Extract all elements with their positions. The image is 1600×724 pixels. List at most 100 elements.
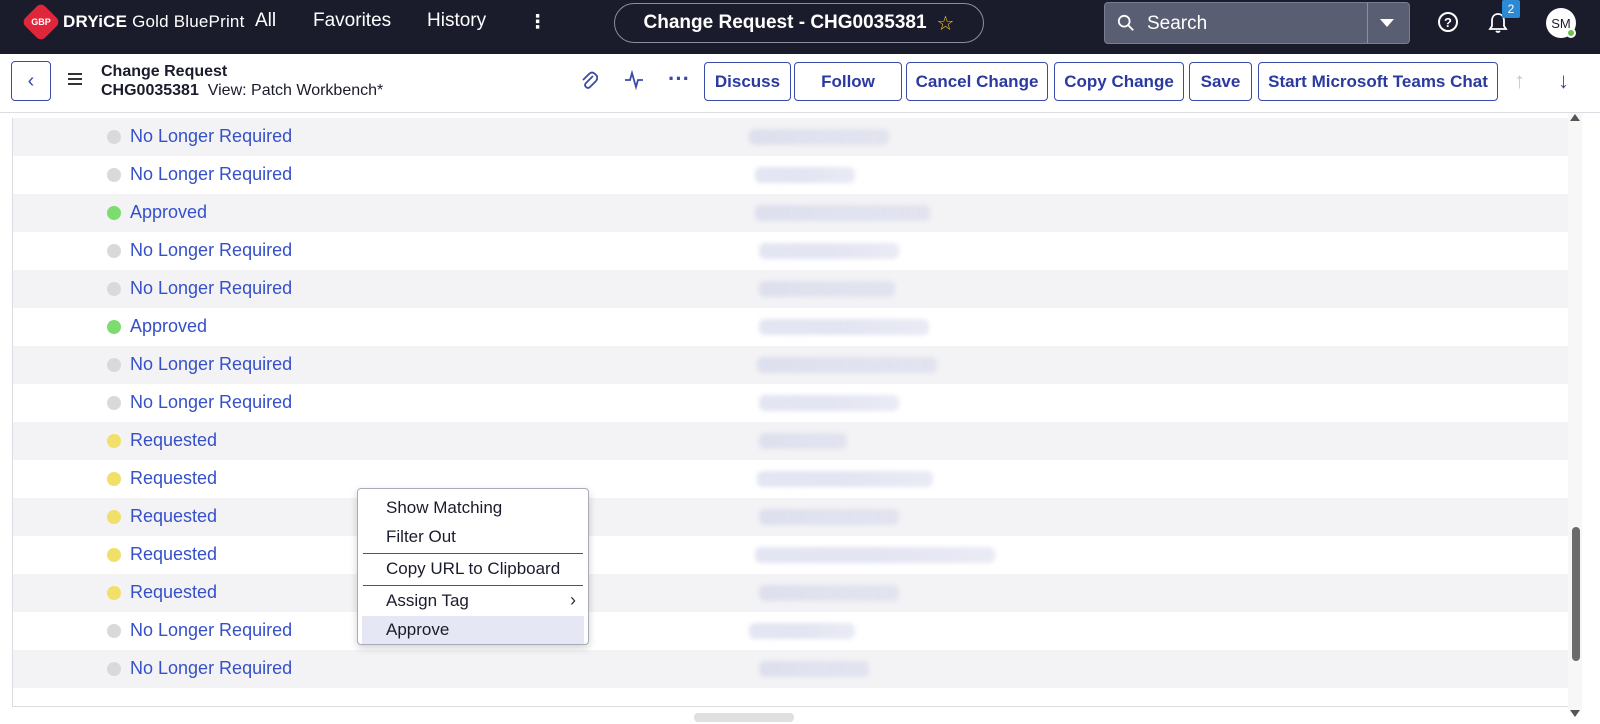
redacted-value xyxy=(759,243,899,259)
state-indicator-dot xyxy=(107,168,121,182)
presence-status-dot xyxy=(1566,28,1576,38)
menu-item-filter-out[interactable]: Filter Out xyxy=(362,523,584,551)
record-title-pill[interactable]: Change Request - CHG0035381 ☆ xyxy=(614,3,984,43)
state-indicator-dot xyxy=(107,624,121,638)
state-link[interactable]: No Longer Required xyxy=(130,126,292,147)
nav-link-history[interactable]: History xyxy=(427,10,486,32)
state-indicator-dot xyxy=(107,206,121,220)
start-teams-chat-button[interactable]: Start Microsoft Teams Chat xyxy=(1258,62,1498,101)
save-button[interactable]: Save xyxy=(1189,62,1252,101)
chevron-down-icon[interactable] xyxy=(1380,19,1394,27)
chevron-right-icon: › xyxy=(570,590,576,610)
table-row[interactable]: No Longer Required xyxy=(13,612,1568,650)
back-button[interactable]: ‹ xyxy=(11,61,51,101)
related-list: No Longer Required No Longer Required Ap… xyxy=(12,118,1568,706)
state-indicator-dot xyxy=(107,586,121,600)
state-link[interactable]: No Longer Required xyxy=(130,164,292,185)
more-horizontal-icon[interactable]: ··· xyxy=(668,66,690,92)
paperclip-icon[interactable] xyxy=(580,70,599,95)
logo-badge: GBP xyxy=(21,2,61,42)
menu-item-approve[interactable]: Approve xyxy=(362,616,584,644)
state-indicator-dot xyxy=(107,434,121,448)
more-vertical-icon[interactable]: ⋮ xyxy=(528,11,547,34)
state-link[interactable]: Approved xyxy=(130,202,207,223)
scroll-down-arrow-icon[interactable] xyxy=(1570,710,1580,717)
copy-change-button[interactable]: Copy Change xyxy=(1054,62,1184,101)
redacted-value xyxy=(749,623,855,639)
view-label[interactable]: View: Patch Workbench* xyxy=(208,82,384,99)
record-title: Change Request - CHG0035381 xyxy=(643,12,927,33)
state-indicator-dot xyxy=(107,244,121,258)
table-row[interactable]: No Longer Required xyxy=(13,118,1568,156)
previous-record-arrow-icon[interactable]: ↑ xyxy=(1514,68,1525,94)
redacted-value xyxy=(759,585,899,601)
global-search[interactable]: Search xyxy=(1104,2,1410,44)
menu-item-assign-tag[interactable]: Assign Tag › xyxy=(362,587,584,615)
state-link[interactable]: Approved xyxy=(130,316,207,337)
nav-link-favorites[interactable]: Favorites xyxy=(313,10,391,32)
state-link[interactable]: Requested xyxy=(130,430,217,451)
redacted-value xyxy=(749,129,889,145)
state-link[interactable]: No Longer Required xyxy=(130,392,292,413)
list-bottom-border xyxy=(12,706,1568,707)
table-row[interactable]: Requested xyxy=(13,422,1568,460)
menu-item-copy-url[interactable]: Copy URL to Clipboard xyxy=(362,555,584,583)
state-link[interactable]: Requested xyxy=(130,506,217,527)
logo-text: DRYiCE Gold BluePrint xyxy=(63,12,245,32)
record-table-label: Change Request xyxy=(101,63,228,80)
state-link[interactable]: No Longer Required xyxy=(130,658,292,679)
company-logo[interactable]: GBP DRYiCE Gold BluePrint xyxy=(21,2,245,42)
table-row[interactable]: No Longer Required xyxy=(13,650,1568,688)
table-row[interactable]: Requested xyxy=(13,460,1568,498)
table-row[interactable]: Approved xyxy=(13,194,1568,232)
redacted-value xyxy=(755,205,930,221)
table-row[interactable]: Requested xyxy=(13,536,1568,574)
chevron-left-icon: ‹ xyxy=(27,69,35,92)
follow-button[interactable]: Follow xyxy=(794,62,902,101)
table-row[interactable]: No Longer Required xyxy=(13,270,1568,308)
discuss-button[interactable]: Discuss xyxy=(704,62,791,101)
state-indicator-dot xyxy=(107,130,121,144)
table-row[interactable]: Requested xyxy=(13,574,1568,612)
redacted-value xyxy=(757,471,933,487)
state-link[interactable]: No Longer Required xyxy=(130,620,292,641)
horizontal-scrollbar-thumb[interactable] xyxy=(694,713,794,722)
nav-link-all[interactable]: All xyxy=(255,10,276,32)
table-row[interactable]: No Longer Required xyxy=(13,384,1568,422)
search-input[interactable]: Search xyxy=(1147,13,1207,35)
state-link[interactable]: No Longer Required xyxy=(130,354,292,375)
vertical-scrollbar-thumb[interactable] xyxy=(1572,527,1580,661)
menu-separator xyxy=(363,553,583,554)
state-indicator-dot xyxy=(107,472,121,486)
notification-count-badge: 2 xyxy=(1502,0,1520,18)
logo-text-rest: Gold BluePrint xyxy=(127,12,245,31)
cancel-change-button[interactable]: Cancel Change xyxy=(906,62,1048,101)
scroll-up-arrow-icon[interactable] xyxy=(1570,114,1580,121)
state-indicator-dot xyxy=(107,320,121,334)
record-number-and-view: CHG0035381 View: Patch Workbench* xyxy=(101,82,383,100)
redacted-value xyxy=(759,433,847,449)
logo-text-bold: DRYiCE xyxy=(63,12,128,31)
redacted-value xyxy=(759,661,869,677)
state-link[interactable]: Requested xyxy=(130,544,217,565)
menu-item-show-matching[interactable]: Show Matching xyxy=(362,494,584,522)
hamburger-menu-icon[interactable] xyxy=(68,73,82,85)
help-icon[interactable]: ? xyxy=(1438,12,1458,32)
context-menu: Show Matching Filter Out Copy URL to Cli… xyxy=(357,488,589,645)
search-divider xyxy=(1367,3,1368,43)
redacted-value xyxy=(755,547,995,563)
table-row[interactable]: Requested xyxy=(13,498,1568,536)
table-row[interactable]: No Longer Required xyxy=(13,232,1568,270)
table-row[interactable]: No Longer Required xyxy=(13,156,1568,194)
state-link[interactable]: No Longer Required xyxy=(130,278,292,299)
activity-pulse-icon[interactable] xyxy=(624,69,644,95)
state-link[interactable]: No Longer Required xyxy=(130,240,292,261)
state-indicator-dot xyxy=(107,662,121,676)
state-link[interactable]: Requested xyxy=(130,582,217,603)
table-row[interactable]: Approved xyxy=(13,308,1568,346)
state-link[interactable]: Requested xyxy=(130,468,217,489)
table-row[interactable]: No Longer Required xyxy=(13,346,1568,384)
star-icon[interactable]: ☆ xyxy=(937,11,955,36)
next-record-arrow-icon[interactable]: ↓ xyxy=(1558,68,1569,94)
redacted-value xyxy=(759,509,899,525)
